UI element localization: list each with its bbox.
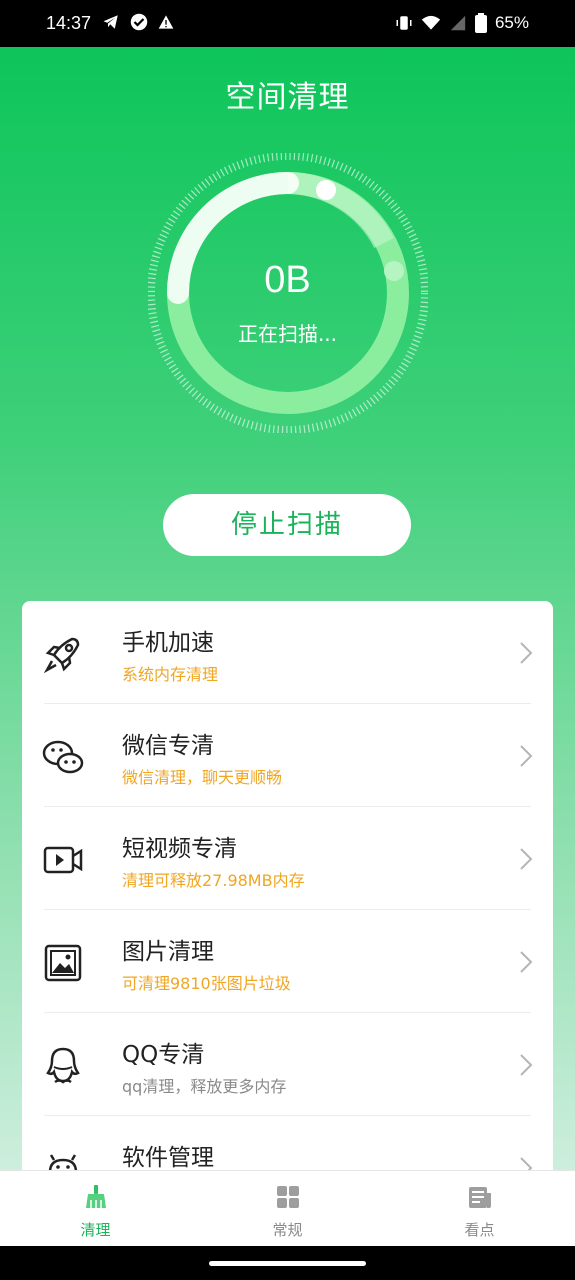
check-circle-icon [130,13,148,31]
grid-icon [277,1186,299,1208]
list-item-title: 微信专清 [122,733,214,759]
scan-size-value: 0B [264,259,311,301]
battery-percent: 65% [494,13,529,32]
list-item-image-clean[interactable]: 图片清理 可清理9810张图片垃圾 [22,910,553,1013]
telegram-icon [103,15,118,29]
nav-label: 常规 [272,1221,303,1239]
warning-icon [158,15,174,29]
news-icon [469,1187,491,1208]
wifi-icon [421,15,441,30]
list-item-subtitle: 可清理9810张图片垃圾 [122,974,291,993]
nav-label: 看点 [464,1221,495,1239]
scan-status-text: 正在扫描... [237,322,338,346]
image-icon [44,944,82,982]
home-indicator[interactable] [209,1261,366,1266]
nav-label: 清理 [80,1221,111,1239]
status-time: 14:37 [46,13,92,33]
bottom-nav: 清理 常规 看点 [0,1170,575,1247]
chevron-right-icon [520,951,533,973]
list-item-title: QQ专清 [122,1042,205,1068]
feature-list: 手机加速 系统内存清理 微信专清 微信清理，聊天更顺畅 短视频专清 清理可释放2… [22,601,553,1201]
list-item-wechat-clean[interactable]: 微信专清 微信清理，聊天更顺畅 [22,704,553,807]
status-bar: 14:37 65% [0,0,575,47]
chevron-right-icon [520,745,533,767]
nav-tab-news[interactable]: 看点 [384,1171,575,1247]
page-title: 空间清理 [225,80,350,115]
stop-scan-button[interactable]: 停止扫描 [163,494,411,556]
chevron-right-icon [520,1054,533,1076]
vibrate-icon [396,16,412,30]
battery-icon [474,13,487,33]
list-item-subtitle: 微信清理，聊天更顺畅 [122,768,283,787]
chevron-right-icon [520,848,533,870]
wechat-icon [42,740,84,774]
list-item-title: 软件管理 [122,1145,214,1171]
gesture-bar [0,1246,575,1280]
signal-icon [450,15,466,31]
list-item-title: 短视频专清 [122,836,237,862]
list-item-qq-clean[interactable]: QQ专清 qq清理，释放更多内存 [22,1013,553,1116]
list-item-subtitle: 清理可释放27.98MB内存 [122,871,305,890]
list-item-title: 图片清理 [122,939,214,965]
list-item-subtitle: qq清理，释放更多内存 [122,1077,287,1096]
list-item-title: 手机加速 [122,630,214,656]
list-item-phone-boost[interactable]: 手机加速 系统内存清理 [22,601,553,704]
rocket-icon [43,637,80,674]
list-item-subtitle: 系统内存清理 [122,665,219,684]
chevron-right-icon [520,642,533,664]
nav-tab-general[interactable]: 常规 [192,1171,383,1247]
qq-icon [46,1047,80,1084]
broom-icon [86,1185,106,1208]
video-icon [43,846,83,874]
nav-tab-clean[interactable]: 清理 [0,1171,191,1247]
list-item-short-video-clean[interactable]: 短视频专清 清理可释放27.98MB内存 [22,807,553,910]
